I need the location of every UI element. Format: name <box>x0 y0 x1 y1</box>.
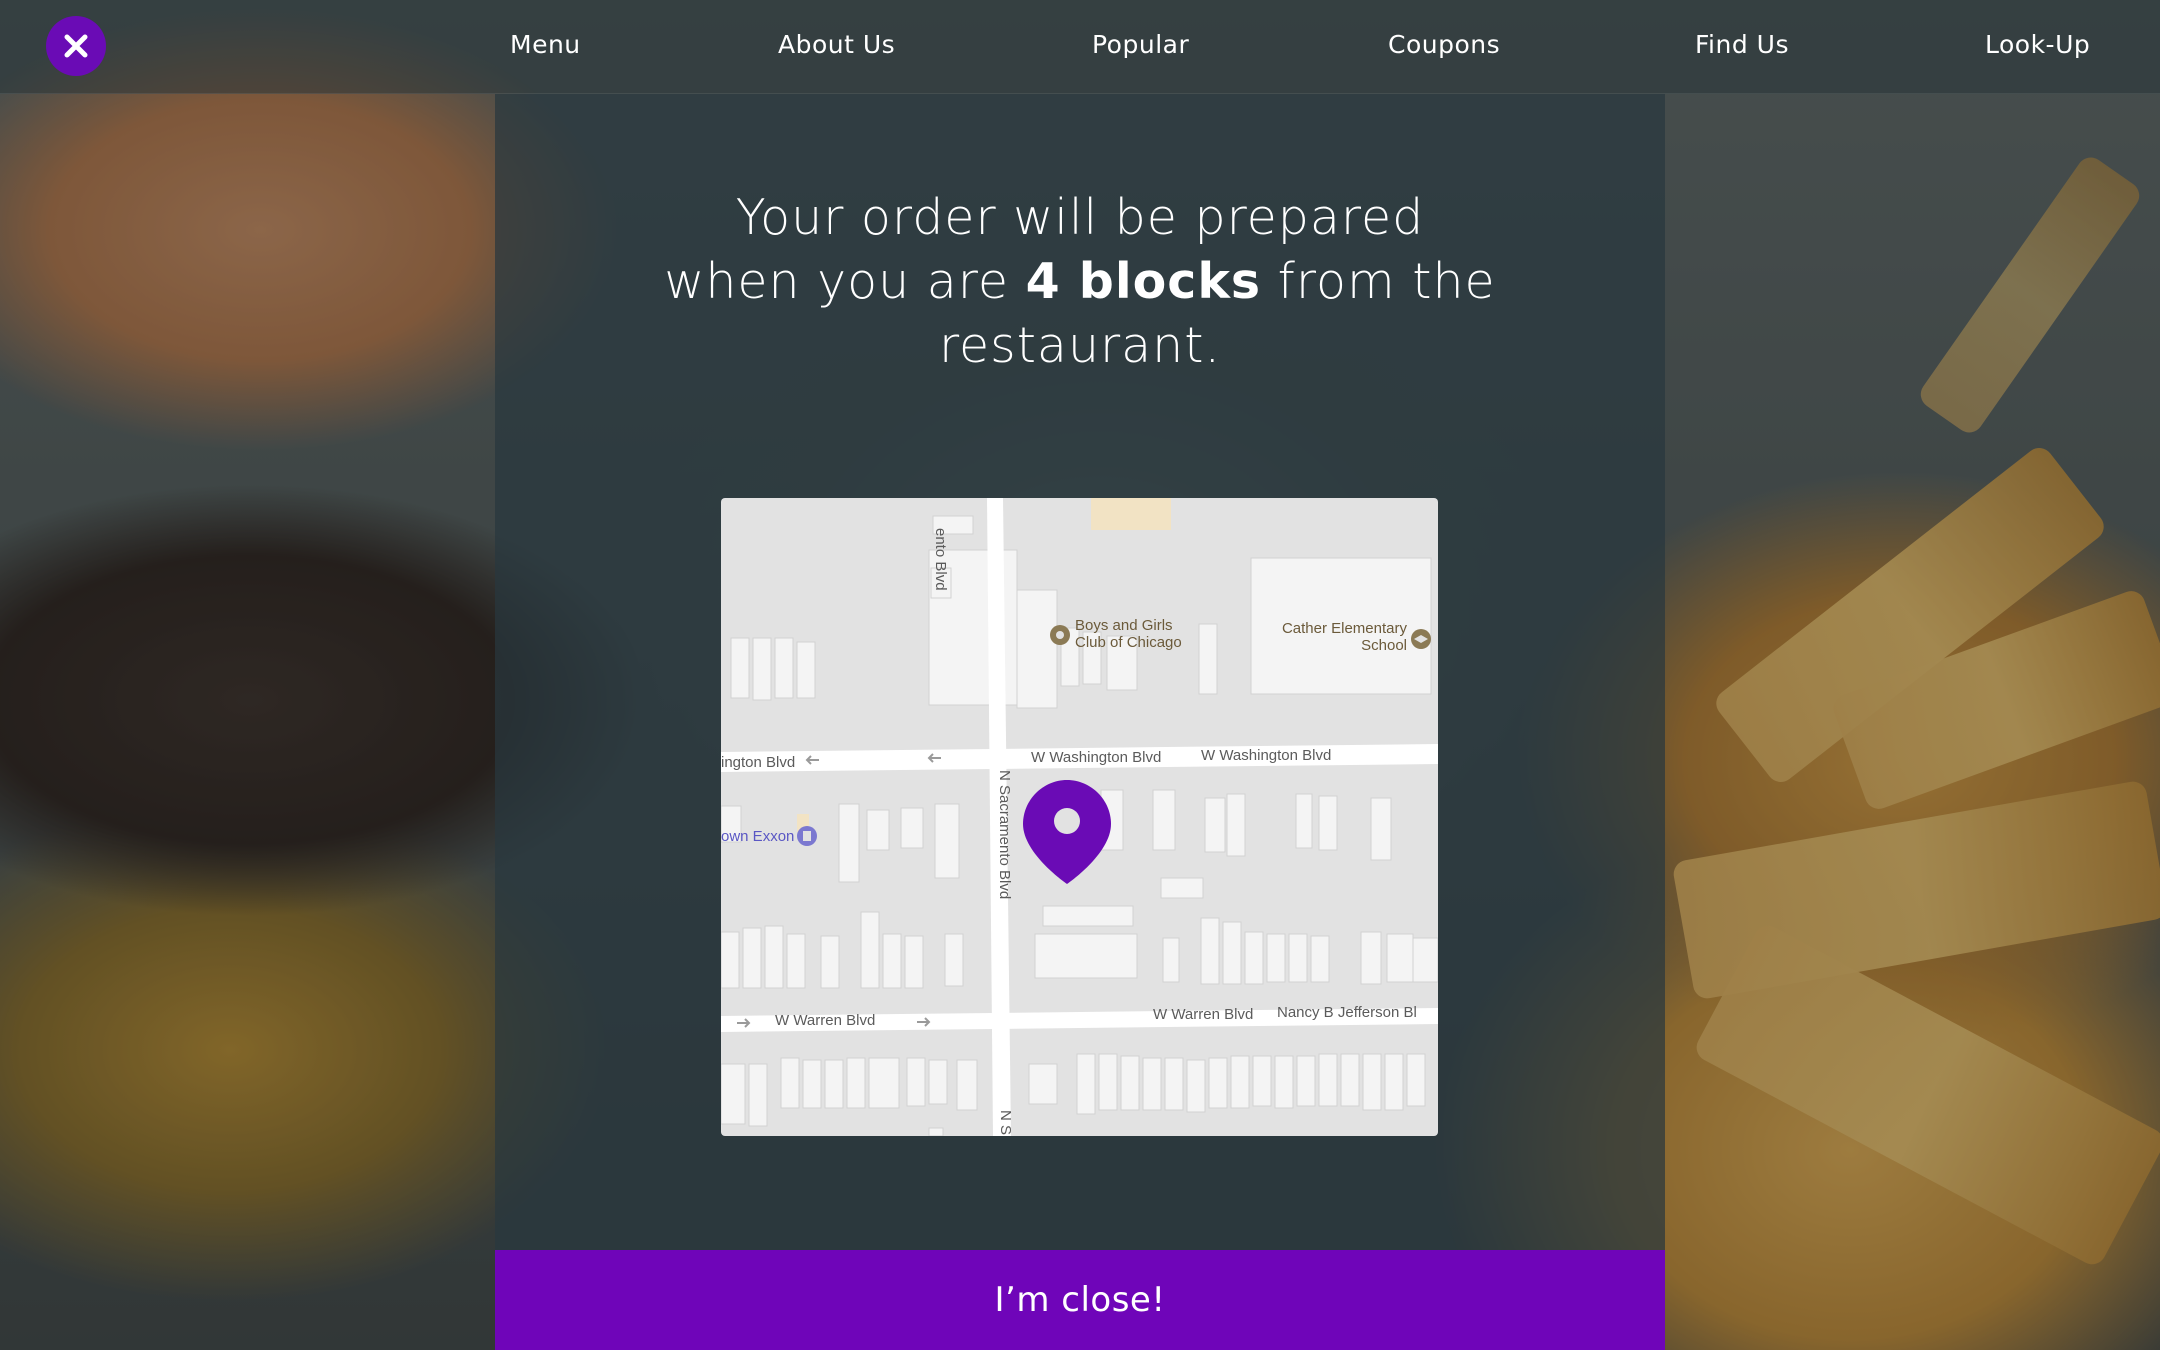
headline-line-2-post: from the <box>1261 253 1496 310</box>
im-close-button[interactable]: I’m close! <box>495 1250 1665 1350</box>
poi-boys-girls-club[interactable]: Boys and Girls Club of Chicago <box>1075 617 1182 651</box>
street-label-washington-mid: W Washington Blvd <box>1031 749 1162 766</box>
nav-look-up[interactable]: Look-Up <box>1985 30 2090 59</box>
poi-boys-girls-club-line-2: Club of Chicago <box>1075 634 1182 651</box>
map[interactable]: ington Blvd W Washington Blvd W Washingt… <box>721 498 1438 1136</box>
close-icon <box>64 34 88 58</box>
nav-popular[interactable]: Popular <box>1092 30 1189 59</box>
street-label-warren-right: W Warren Blvd <box>1153 1006 1254 1023</box>
street-label-sacramento-top: ento Blvd <box>932 528 949 591</box>
nav-coupons[interactable]: Coupons <box>1388 30 1500 59</box>
poi-cather-school-line-2: School <box>1361 637 1407 654</box>
order-panel: Your order will be prepared when you are… <box>495 94 1665 1350</box>
street-label-washington-right: W Washington Blvd <box>1201 747 1332 764</box>
nav-menu[interactable]: Menu <box>510 30 581 59</box>
poi-exxon[interactable]: own Exxon <box>721 828 794 845</box>
street-label-sacramento-mid: N Sacramento Blvd <box>996 770 1013 900</box>
street-label-warren-left: W Warren Blvd <box>775 1012 876 1029</box>
poi-cather-school-line-1: Cather Elementary <box>1281 620 1407 637</box>
street-label-sacramento-bottom: N S <box>997 1110 1014 1136</box>
headline-line-2-pre: when you are <box>664 253 1026 310</box>
order-message: Your order will be prepared when you are… <box>495 186 1665 378</box>
street-label-jefferson: Nancy B Jefferson Bl <box>1277 1004 1417 1021</box>
close-button[interactable] <box>46 16 106 76</box>
map-canvas <box>721 498 1438 1136</box>
street-label-washington-left: ington Blvd <box>721 754 796 771</box>
nav-about-us[interactable]: About Us <box>778 30 895 59</box>
headline-line-1: Your order will be prepared <box>735 189 1425 246</box>
location-pin-icon[interactable] <box>1023 780 1111 884</box>
headline-line-3: restaurant. <box>938 317 1222 374</box>
distance-value: 4 blocks <box>1025 253 1262 310</box>
top-nav: Menu About Us Popular Coupons Find Us Lo… <box>0 0 2160 94</box>
nav-find-us[interactable]: Find Us <box>1695 30 1789 59</box>
poi-boys-girls-club-line-1: Boys and Girls <box>1075 617 1173 634</box>
poi-cather-school[interactable]: Cather Elementary School <box>1279 620 1407 654</box>
